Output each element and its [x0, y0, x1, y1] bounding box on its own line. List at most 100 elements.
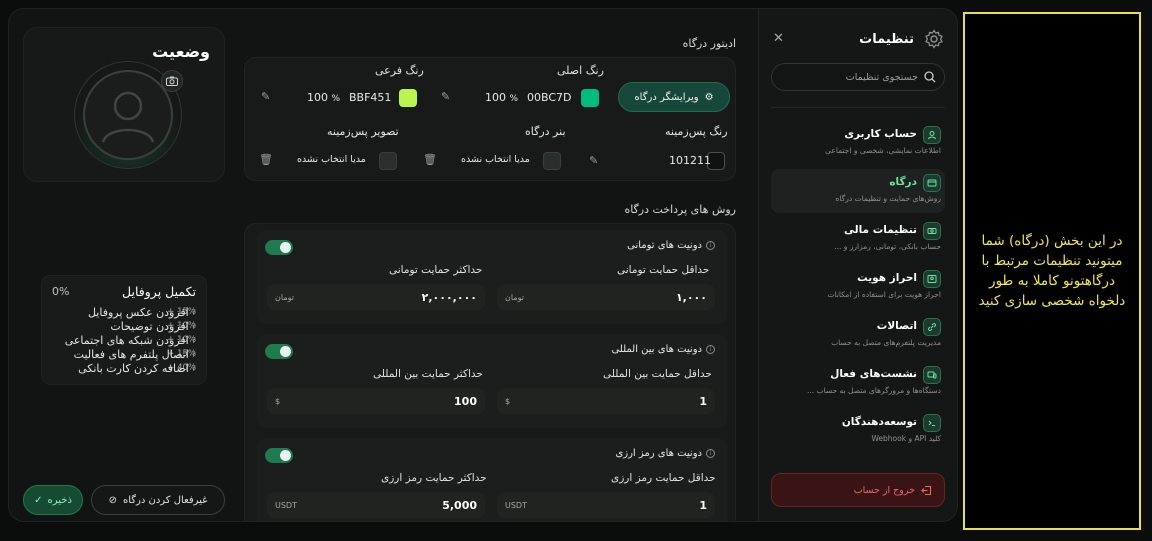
link-icon: [923, 318, 941, 336]
sidebar-item-title: حساب کاربری: [844, 128, 917, 140]
eyedropper-icon[interactable]: ✎: [261, 90, 270, 103]
crypto-toggle[interactable]: [265, 448, 293, 463]
session-icon: [923, 366, 941, 384]
sidebar-item-subtitle: دستگاه‌ها و مرورگرهای متصل به حساب ...: [806, 386, 941, 395]
close-icon[interactable]: ✕: [773, 31, 784, 46]
annotation-text: در این بخش (درگاه) شما میتونید تنظیمات م…: [978, 233, 1126, 309]
min-value: 1: [699, 394, 707, 408]
max-input[interactable]: $100: [267, 388, 485, 414]
camera-icon[interactable]: [161, 70, 183, 92]
save-button[interactable]: ✓ ذخیره: [23, 485, 83, 515]
primary-opacity-value: 100: [485, 91, 506, 104]
sidebar-item-verification[interactable]: احراز هویت احراز هویت برای استفاده از ام…: [771, 265, 945, 309]
sidebar-item-sessions[interactable]: نشست‌های فعال دستگاه‌ها و مرورگرهای متصل…: [771, 361, 945, 405]
payment-method-title: i دونیت های بین المللی: [611, 344, 715, 355]
secondary-color-hex[interactable]: BBF451: [349, 91, 391, 104]
help-icon: ?: [191, 321, 196, 331]
save-button-label: ذخیره: [47, 494, 72, 506]
info-icon: i: [706, 449, 715, 458]
unit-label: تومان: [275, 292, 294, 302]
toman-toggle[interactable]: [265, 240, 293, 255]
profile-completion-percent: 0%: [52, 285, 70, 298]
settings-title: تنظیمات: [859, 32, 914, 47]
sidebar-item-subtitle: احراز هویت برای استفاده از امکانات: [827, 290, 941, 299]
completion-item-label: افزودن عکس پروفایل: [87, 305, 189, 319]
completion-item[interactable]: ? افزودن شبکه های اجتماعی 10% +: [52, 333, 196, 347]
eyedropper-icon[interactable]: ✎: [589, 154, 598, 167]
background-color-label: رنگ پس‌زمینه: [665, 125, 728, 138]
min-input[interactable]: تومان ۱,۰۰۰: [497, 284, 715, 310]
sidebar-item-title: توسعه‌دهندگان: [841, 416, 917, 428]
completion-item-label: افزودن شبکه های اجتماعی: [64, 333, 189, 347]
background-image-label: تصویر پس‌زمینه: [327, 125, 399, 138]
unit-label: USDT: [505, 500, 527, 510]
banner-value: مدیا انتخاب نشده: [461, 154, 530, 165]
payment-method-crypto: i دونیت های رمز ارزی حداقل حمایت رمز ارزی…: [257, 438, 727, 521]
completion-item[interactable]: ? اضافه کردن کارت بانکی 40% +: [52, 361, 196, 375]
min-label: حداقل حمایت بین المللی: [603, 368, 712, 380]
secondary-color-opacity[interactable]: 100 %: [307, 91, 340, 104]
disable-gateway-button[interactable]: ⊘ غیرفعال کردن درگاه: [91, 485, 225, 515]
max-input[interactable]: تومان ۲,۰۰۰,۰۰۰: [267, 284, 485, 310]
max-label: حداکثر حمایت رمز ارزی: [381, 472, 487, 484]
international-title: دونیت های بین المللی: [611, 344, 702, 355]
sidebar-item-gateway[interactable]: درگاه روش‌های حمایت و تنظیمات درگاه: [771, 169, 945, 213]
trash-icon[interactable]: 🗑: [259, 153, 273, 166]
sidebar-item-subtitle: کلید API و Webhook: [871, 434, 941, 443]
sidebar-item-title: اتصالات: [876, 320, 917, 332]
sidebar-item-title: نشست‌های فعال: [830, 368, 917, 380]
code-icon: [923, 414, 941, 432]
primary-color-opacity[interactable]: 100 %: [485, 91, 518, 104]
search-input[interactable]: جستجوی تنظیمات: [771, 63, 945, 91]
primary-color-hex[interactable]: 00BC7D: [527, 91, 572, 104]
completion-item[interactable]: ? افزودن توضیحات 10% +: [52, 319, 196, 333]
avatar[interactable]: [74, 61, 183, 169]
banner-label: بنر درگاه: [525, 125, 566, 138]
avatar-placeholder: [83, 70, 173, 160]
min-value: ۱,۰۰۰: [675, 290, 707, 304]
visual-editor-label: ویرایشگر درگاه: [634, 91, 699, 103]
toman-title: دونیت های تومانی: [627, 240, 702, 251]
divider: [771, 107, 945, 108]
completion-item-label: اضافه کردن کارت بانکی: [78, 361, 189, 375]
editor-card: رنگ اصلی رنگ فرعی ⚙ ویرایشگر درگاه 00BC7…: [244, 57, 736, 181]
completion-item[interactable]: ? افزودن عکس پروفایل 15% +: [52, 305, 196, 319]
completion-item-label: افزودن توضیحات: [110, 319, 189, 333]
completion-item-label: اتصال پلتفرم های فعالیت: [73, 347, 189, 361]
sidebar-item-title: تنظیمات مالی: [844, 224, 917, 236]
gear-icon: [924, 29, 944, 49]
completion-item[interactable]: ? اتصال پلتفرم های فعالیت 15% +: [52, 347, 196, 361]
sidebar-item-finance[interactable]: تنظیمات مالی حساب بانکی، تومانی، رمزارز …: [771, 217, 945, 261]
secondary-color-swatch[interactable]: [399, 89, 417, 107]
max-value: 100: [454, 394, 477, 408]
background-color-hex[interactable]: 101211: [669, 154, 711, 167]
sidebar-item-title: احراز هویت: [857, 272, 917, 284]
min-input[interactable]: $1: [497, 388, 715, 414]
sidebar-item-account[interactable]: حساب کاربری اطلاعات نمایشی، شخصی و اجتما…: [771, 121, 945, 165]
annotation-box: در این بخش (درگاه) شما میتونید تنظیمات م…: [963, 12, 1141, 530]
background-image-media-button[interactable]: [379, 152, 397, 170]
user-silhouette-icon: [101, 91, 155, 143]
trash-icon[interactable]: 🗑: [423, 153, 437, 166]
secondary-opacity-value: 100: [307, 91, 328, 104]
logout-button[interactable]: خروج از حساب: [771, 473, 945, 507]
max-input[interactable]: USDT 5,000: [267, 492, 485, 518]
check-icon: ✓: [34, 494, 43, 506]
logout-icon: [921, 485, 932, 495]
unit-label: USDT: [275, 500, 297, 510]
editor-section-title: ادیتور درگاه: [682, 37, 736, 50]
gateway-editor-panel: ادیتور درگاه رنگ اصلی رنگ فرعی ⚙ ویرایشگ…: [242, 27, 744, 521]
primary-color-swatch[interactable]: [581, 89, 599, 107]
min-input[interactable]: USDT 1: [497, 492, 715, 518]
sidebar-item-title: درگاه: [889, 176, 917, 188]
logout-label: خروج از حساب: [853, 484, 915, 496]
sidebar-item-connections[interactable]: اتصالات مدیریت پلتفرم‌های متصل به حساب: [771, 313, 945, 357]
visual-editor-button[interactable]: ⚙ ویرایشگر درگاه: [618, 82, 730, 112]
banner-media-button[interactable]: [543, 152, 561, 170]
search-icon: [924, 71, 936, 83]
status-card: وضعیت: [23, 27, 225, 182]
sidebar-item-developers[interactable]: توسعه‌دهندگان کلید API و Webhook: [771, 409, 945, 453]
primary-color-label: رنگ اصلی: [557, 64, 604, 77]
eyedropper-icon[interactable]: ✎: [441, 90, 450, 103]
international-toggle[interactable]: [265, 344, 293, 359]
